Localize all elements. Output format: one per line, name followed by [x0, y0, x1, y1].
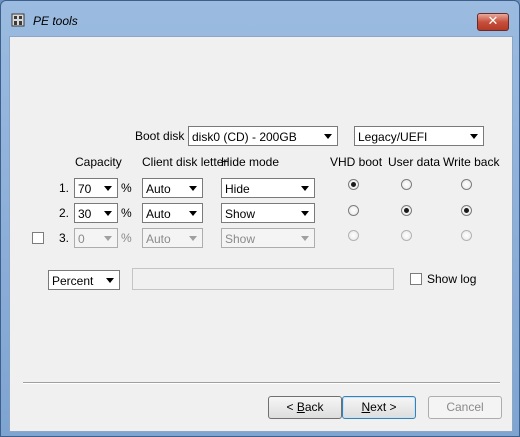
user-data-radio[interactable] [401, 205, 412, 216]
hide-mode-select[interactable]: Hide [221, 178, 315, 198]
unit-select[interactable]: Percent [48, 270, 120, 290]
percent-sign: % [121, 181, 132, 195]
chevron-down-icon [320, 128, 336, 144]
unit-value: Percent [52, 274, 94, 288]
chevron-down-icon [185, 180, 201, 196]
back-access-key: B [296, 400, 305, 414]
log-output [132, 268, 394, 290]
client-letter-value: Auto [146, 232, 171, 246]
hide-mode-value: Hide [225, 182, 250, 196]
chevron-down-icon [185, 205, 201, 221]
capacity-value: 0 [78, 232, 85, 246]
row-number: 2. [59, 206, 70, 220]
client-letter-select[interactable]: Auto [142, 228, 203, 248]
chevron-down-icon [297, 205, 313, 221]
show-log-label: Show log [427, 272, 477, 286]
title-bar: PE tools ✕ [1, 1, 519, 31]
hide-mode-value: Show [225, 232, 256, 246]
row-number: 3. [59, 231, 70, 245]
next-access-key: N [361, 400, 371, 414]
cancel-button[interactable]: Cancel [428, 396, 502, 419]
client-letter-select[interactable]: Auto [142, 178, 203, 198]
client-area: Boot disk disk0 (CD) - 200GB Legacy/UEFI… [9, 36, 513, 432]
client-letter-value: Auto [146, 182, 171, 196]
app-icon [11, 13, 25, 27]
separator [23, 382, 500, 384]
hide-mode-value: Show [225, 207, 256, 221]
back-prefix: < [286, 400, 297, 414]
pe-tools-window: PE tools ✕ Boot disk disk0 (CD) - 200GB … [0, 0, 520, 437]
chevron-down-icon [185, 230, 201, 246]
percent-sign: % [121, 206, 132, 220]
back-button[interactable]: < Back [268, 396, 342, 419]
header-client-letter: Client disk letter [142, 155, 228, 169]
close-button[interactable]: ✕ [477, 13, 509, 31]
boot-disk-select[interactable]: disk0 (CD) - 200GB [188, 126, 338, 146]
vhd-boot-radio[interactable] [348, 179, 359, 190]
header-vhd-boot: VHD boot [330, 155, 383, 169]
vhd-boot-radio[interactable] [348, 230, 359, 241]
header-capacity: Capacity [75, 155, 122, 169]
header-write-back: Write back [443, 155, 500, 169]
chevron-down-icon [102, 272, 118, 288]
client-letter-value: Auto [146, 207, 171, 221]
next-button[interactable]: Next > [342, 396, 416, 419]
boot-disk-label: Boot disk [135, 129, 185, 143]
window-title: PE tools [33, 14, 78, 28]
vhd-boot-radio[interactable] [348, 205, 359, 216]
boot-mode-value: Legacy/UEFI [358, 130, 428, 144]
row-number: 1. [59, 181, 70, 195]
header-user-data: User data [388, 155, 441, 169]
chevron-down-icon [297, 180, 313, 196]
chevron-down-icon [100, 230, 116, 246]
chevron-down-icon [100, 205, 116, 221]
write-back-radio[interactable] [461, 205, 472, 216]
capacity-value: 70 [78, 182, 92, 196]
boot-disk-value: disk0 (CD) - 200GB [192, 130, 297, 144]
user-data-radio[interactable] [401, 179, 412, 190]
capacity-value: 30 [78, 207, 92, 221]
write-back-radio[interactable] [461, 179, 472, 190]
chevron-down-icon [100, 180, 116, 196]
back-label: ack [304, 400, 324, 414]
close-icon: ✕ [487, 14, 499, 29]
show-log-checkbox[interactable] [410, 273, 422, 285]
user-data-radio[interactable] [401, 230, 412, 241]
chevron-down-icon [466, 128, 482, 144]
capacity-select[interactable]: 0 [74, 228, 118, 248]
hide-mode-select[interactable]: Show [221, 203, 315, 223]
capacity-select[interactable]: 70 [74, 178, 118, 198]
write-back-radio[interactable] [461, 230, 472, 241]
row-enable-checkbox[interactable] [32, 232, 44, 244]
next-label: ext > [370, 400, 397, 414]
hide-mode-select[interactable]: Show [221, 228, 315, 248]
client-letter-select[interactable]: Auto [142, 203, 203, 223]
chevron-down-icon [297, 230, 313, 246]
boot-mode-select[interactable]: Legacy/UEFI [354, 126, 484, 146]
capacity-select[interactable]: 30 [74, 203, 118, 223]
header-hide-mode: Hide mode [221, 155, 280, 169]
percent-sign: % [121, 231, 132, 245]
